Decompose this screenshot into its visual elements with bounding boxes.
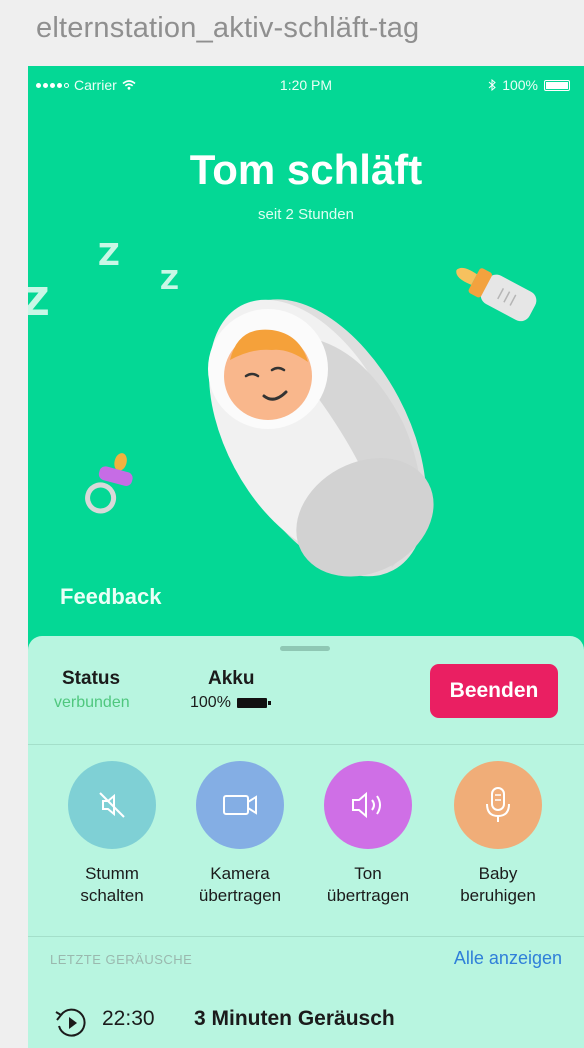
mute-action[interactable]: Stumm schalten (47, 761, 177, 907)
baby-status-title: Tom schläft (189, 146, 423, 193)
sleep-z-letter: Z (28, 280, 50, 324)
sound-description: 3 Minuten Geräusch (194, 1007, 395, 1030)
battery-group: 100% (488, 77, 570, 93)
battery-percent: 100% (502, 77, 538, 93)
microphone-icon (486, 787, 510, 822)
camera-button[interactable] (196, 761, 284, 849)
recent-sounds-title: LETZTE GERÄUSCHE (50, 952, 193, 967)
sound-time: 22:30 (102, 1007, 155, 1030)
audio-action[interactable]: Ton übertragen (303, 761, 433, 907)
action-buttons: Stumm schalten Kamera übertragen Ton übe… (28, 761, 584, 911)
sleep-z-letter: Z (98, 238, 120, 273)
audio-label: Ton übertragen (326, 864, 410, 905)
audio-button[interactable] (324, 761, 412, 849)
end-session-button[interactable]: Beenden (430, 664, 558, 718)
bottom-sheet: Status verbunden Akku 100% Beenden Stumm… (28, 636, 584, 1048)
connection-status: verbunden (54, 694, 130, 711)
mute-button[interactable] (68, 761, 156, 849)
replay-icon[interactable] (52, 1006, 92, 1040)
mute-label: Stumm schalten (80, 864, 144, 905)
camera-label: Kamera übertragen (198, 864, 282, 905)
sleeping-baby-illustration (208, 299, 434, 577)
mute-icon (99, 792, 125, 818)
divider (28, 936, 584, 937)
camera-action[interactable]: Kamera übertragen (175, 761, 305, 907)
artboard-title: elternstation_aktiv-schläft-tag (36, 12, 420, 44)
sheet-drag-handle[interactable] (280, 646, 330, 651)
battery-status: 100% (190, 694, 271, 712)
status-label: Status (62, 668, 121, 689)
soothe-label: Baby beruhigen (460, 864, 536, 905)
list-item[interactable]: 22:30 3 Minuten Geräusch (28, 1001, 584, 1041)
show-all-link[interactable]: Alle anzeigen (454, 948, 562, 969)
soothe-button[interactable] (454, 761, 542, 849)
recent-sounds-header: LETZTE GERÄUSCHE Alle anzeigen (28, 946, 584, 976)
speaker-icon (352, 791, 381, 819)
divider (28, 744, 584, 745)
phone-screen: Carrier 1:20 PM 100% Tom schläft seit 2 … (28, 66, 584, 1048)
camera-icon (223, 795, 257, 815)
battery-icon (544, 79, 570, 91)
battery-label: Akku (208, 668, 255, 689)
battery-value: 100% (190, 694, 231, 711)
pacifier-icon (85, 453, 133, 514)
status-bar: Carrier 1:20 PM 100% (28, 66, 584, 106)
status-row: Status verbunden Akku 100% Beenden (28, 662, 584, 742)
bluetooth-icon (488, 79, 496, 91)
soothe-action[interactable]: Baby beruhigen (433, 761, 563, 907)
battery-icon (236, 698, 271, 708)
feedback-link[interactable]: Feedback (60, 584, 162, 610)
sleep-duration: seit 2 Stunden (258, 206, 354, 223)
